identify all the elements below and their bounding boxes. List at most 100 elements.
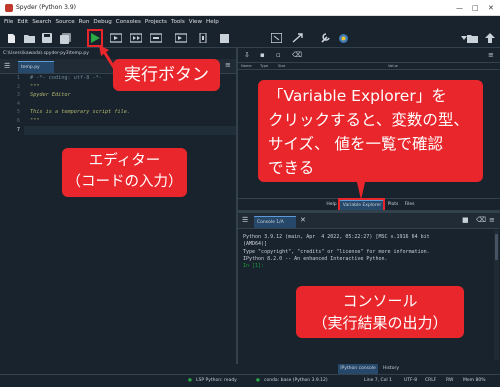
- close-tab-icon[interactable]: ✕: [300, 216, 306, 224]
- menu-edit[interactable]: Edit: [17, 16, 28, 28]
- new-file-icon[interactable]: [5, 32, 17, 44]
- window-title: Spyder (Python 3.9): [16, 4, 76, 11]
- line-endings: CRLF: [425, 378, 437, 383]
- read-write-status: RW: [446, 378, 454, 383]
- menu-source[interactable]: Source: [55, 16, 74, 28]
- callout-line: サイズ、 値を一覧で確認: [268, 135, 443, 153]
- console-bottom-tabbar: IPython console History: [238, 364, 500, 374]
- debug-icon[interactable]: [175, 32, 187, 44]
- callout-line: （実行結果の出力）: [312, 314, 448, 332]
- callout-line: できる: [268, 159, 315, 177]
- menu-search[interactable]: Search: [32, 16, 51, 28]
- variable-explorer-callout: 「Variable Explorer」を クリックすると、変数の型、 サイズ、 …: [258, 80, 483, 182]
- console-tabbar: ☰ Console 1/A ✕ ■ ⌫ ≡: [238, 213, 500, 229]
- remove-all-icon[interactable]: ⌫: [292, 51, 302, 59]
- conda-env[interactable]: conda: base (Python 3.9.12): [264, 375, 328, 387]
- save-data-icon[interactable]: ▪: [260, 51, 265, 59]
- up-arrow-icon[interactable]: [484, 32, 496, 44]
- save-all-icon[interactable]: [59, 32, 71, 44]
- tab-console-1a[interactable]: Console 1/A: [254, 216, 296, 228]
- lsp-status[interactable]: LSP Python: ready: [196, 375, 237, 387]
- import-data-icon[interactable]: ⇩: [244, 51, 250, 59]
- code-line: """: [30, 117, 40, 124]
- menu-file[interactable]: File: [4, 16, 13, 28]
- variable-table-header: Name Type Size Value: [238, 63, 500, 70]
- tab-help[interactable]: Help: [324, 200, 339, 210]
- column-name[interactable]: Name: [241, 63, 252, 70]
- console-line: IPython 8.2.0 -- An enhanced Interactive…: [243, 255, 388, 262]
- scrollbar-thumb[interactable]: [495, 234, 498, 260]
- column-type[interactable]: Type: [260, 63, 268, 70]
- maximize-pane-icon[interactable]: [270, 32, 282, 44]
- line-number-gutter: 1 2 3 4 5 6 7: [0, 74, 24, 364]
- tab-plots[interactable]: Plots: [385, 200, 401, 210]
- line-number: 6: [16, 117, 20, 124]
- file-encoding: UTF-8: [404, 378, 418, 383]
- tab-ipython-console[interactable]: IPython console: [338, 364, 378, 374]
- editor-callout: エディター （コードの入力）: [62, 148, 187, 197]
- line-number: 4: [16, 100, 20, 107]
- console-prompt[interactable]: In [1]:: [243, 263, 500, 270]
- console-scrollbar[interactable]: [494, 230, 499, 360]
- browse-tabs-icon[interactable]: ☰: [4, 62, 10, 70]
- python-path-icon[interactable]: [337, 32, 349, 44]
- stop-icon[interactable]: [218, 32, 230, 44]
- variable-explorer-toolbar: ⇩ ▪ ▫ ⌫ ≡: [238, 48, 500, 63]
- menu-tools[interactable]: Tools: [171, 16, 185, 28]
- minimize-button[interactable]: —: [456, 0, 463, 16]
- console-line: (AMD64)]: [243, 241, 268, 248]
- callout-line: （コードの入力）: [66, 174, 183, 190]
- window-titlebar: Spyder (Python 3.9) — □ ✕: [0, 0, 500, 16]
- maximize-window-icon[interactable]: [291, 32, 303, 44]
- menu-projects[interactable]: Projects: [145, 16, 167, 28]
- options-icon[interactable]: ≡: [489, 216, 495, 224]
- console-callout: コンソール （実行結果の出力）: [296, 286, 464, 338]
- main-toolbar: C:\Users\kawada: [0, 28, 500, 71]
- open-file-icon[interactable]: [23, 32, 35, 44]
- code-line: Spyder Editor: [30, 92, 71, 99]
- line-number: 5: [16, 109, 20, 116]
- menu-consoles[interactable]: Consoles: [116, 16, 141, 28]
- line-number: 3: [16, 92, 20, 99]
- tab-files[interactable]: Files: [402, 200, 417, 210]
- line-number: 1: [16, 75, 20, 81]
- column-value[interactable]: Value: [388, 63, 398, 70]
- run-selection-icon[interactable]: [150, 32, 162, 44]
- status-bar: ● LSP Python: ready ● conda: base (Pytho…: [0, 374, 500, 386]
- callout-line: エディター: [88, 153, 161, 169]
- menu-debug[interactable]: Debug: [93, 16, 111, 28]
- run-cell-icon[interactable]: [110, 32, 122, 44]
- preferences-icon[interactable]: [319, 32, 331, 44]
- menu-run[interactable]: Run: [79, 16, 90, 28]
- menu-view[interactable]: View: [189, 16, 202, 28]
- clear-console-icon[interactable]: ⌫: [476, 216, 486, 224]
- code-editor[interactable]: 1 2 3 4 5 6 7 # -*- coding: utf-8 -*- ""…: [0, 74, 236, 364]
- line-number: 2: [16, 83, 20, 90]
- lsp-status-icon: ●: [188, 378, 192, 383]
- tab-temp-py[interactable]: temp.py: [18, 61, 54, 73]
- browse-tabs-icon[interactable]: ☰: [242, 216, 248, 224]
- memory-usage: Mem 80%: [463, 378, 486, 383]
- menu-help[interactable]: Help: [206, 16, 219, 28]
- conda-icon: ●: [256, 378, 260, 383]
- code-line: This is a temporary script file.: [30, 109, 130, 116]
- save-data-as-icon[interactable]: ▫: [276, 51, 281, 59]
- column-size[interactable]: Size: [278, 63, 285, 70]
- stop-kernel-icon[interactable]: ■: [462, 216, 469, 224]
- console-line: Type "copyright", "credits" or "license"…: [243, 248, 430, 255]
- options-icon[interactable]: ≡: [225, 61, 231, 69]
- callout-line: 「Variable Explorer」を: [268, 87, 447, 105]
- tab-history[interactable]: History: [380, 364, 402, 374]
- menu-bar: File Edit Search Source Run Debug Consol…: [0, 16, 500, 28]
- run-cell-advance-icon[interactable]: [130, 32, 142, 44]
- console-line: Python 3.9.12 (main, Apr 4 2022, 05:22:2…: [243, 234, 430, 240]
- maximize-button[interactable]: □: [472, 0, 479, 16]
- save-icon[interactable]: [41, 32, 53, 44]
- folder-icon[interactable]: [466, 32, 478, 44]
- options-icon[interactable]: ≡: [488, 51, 494, 59]
- profile-icon[interactable]: [197, 32, 209, 44]
- close-button[interactable]: ✕: [488, 0, 494, 16]
- callout-line: クリックすると、変数の型、: [268, 111, 469, 129]
